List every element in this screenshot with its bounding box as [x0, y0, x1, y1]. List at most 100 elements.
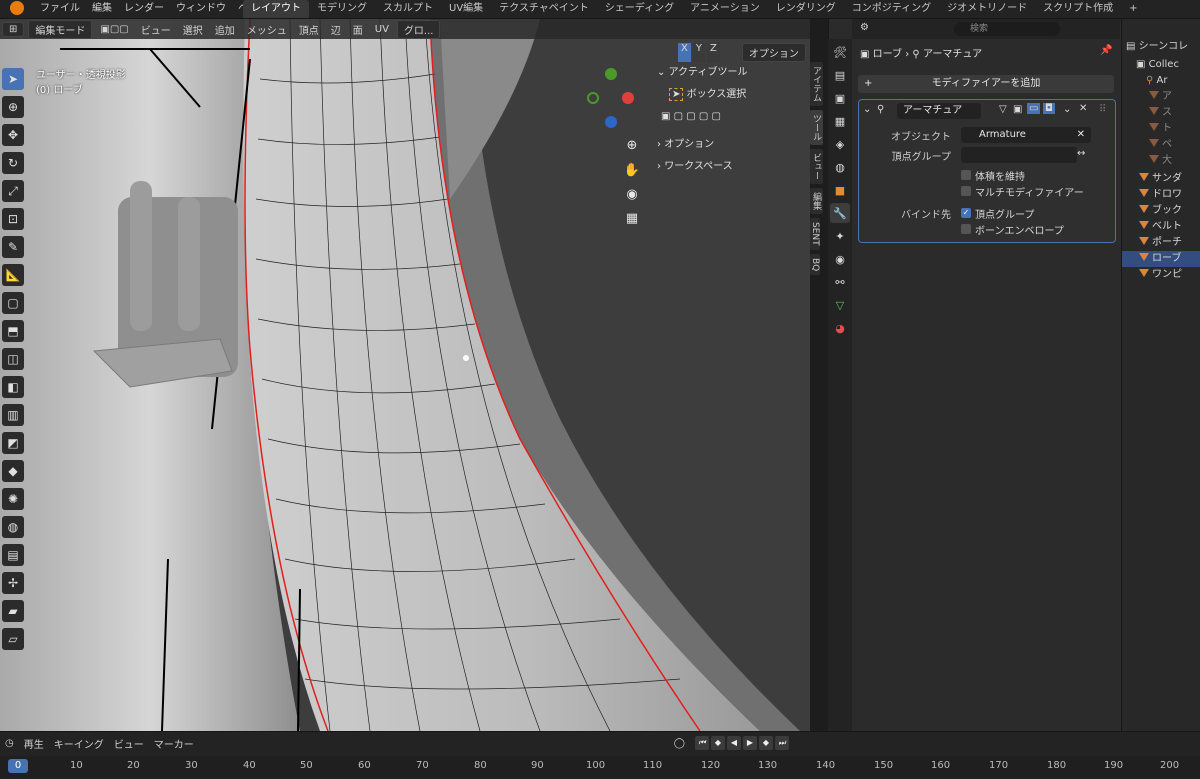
tab-tool[interactable]: ツール — [810, 110, 823, 145]
edit-mode-toggle-icon[interactable]: ▽ — [999, 104, 1007, 115]
outliner-item[interactable]: ス — [1122, 105, 1200, 121]
collapse-chevron-icon[interactable]: ⌄ — [863, 104, 871, 115]
material-icon[interactable]: ◕ — [830, 318, 850, 338]
outliner-item[interactable]: ドロワ — [1122, 187, 1200, 203]
outliner-item[interactable]: ベルト — [1122, 219, 1200, 235]
measure-tool-icon[interactable]: 📐 — [2, 264, 24, 286]
prev-keyframe-icon[interactable]: ◆ — [710, 736, 725, 750]
box-select-row[interactable]: ➤ ボックス選択 — [657, 84, 807, 106]
mirror-y-toggle[interactable]: Y — [692, 43, 705, 62]
outliner-item[interactable]: ブック — [1122, 203, 1200, 219]
annotate-tool-icon[interactable]: ✎ — [2, 236, 24, 258]
outliner-item[interactable]: ワンピ — [1122, 267, 1200, 283]
outliner-collection-row[interactable]: ▣ Collec — [1122, 57, 1200, 73]
tab-view[interactable]: ビュー — [810, 149, 823, 184]
jump-end-icon[interactable]: ⏭ — [774, 736, 789, 750]
bind-vertex-groups-checkbox[interactable]: ✓ — [961, 208, 971, 218]
dropdown-chevron-icon[interactable]: ⌄ — [1063, 104, 1071, 115]
bevel-tool-icon[interactable]: ◧ — [2, 376, 24, 398]
spin-tool-icon[interactable]: ✺ — [2, 488, 24, 510]
options-dropdown[interactable]: オプション — [741, 43, 806, 62]
outliner-item[interactable]: サンダ — [1122, 171, 1200, 187]
orthographic-grid-icon[interactable]: ▦ — [621, 208, 643, 230]
workspace-panel-header[interactable]: › ワークスペース — [657, 156, 807, 178]
outliner-item-selected[interactable]: ローブ — [1122, 251, 1200, 267]
gizmo-y-icon[interactable] — [605, 68, 617, 80]
gizmo-neg-z-icon[interactable] — [605, 116, 617, 128]
jump-start-icon[interactable]: ⏮ — [694, 736, 709, 750]
outliner-item[interactable]: 大 — [1122, 153, 1200, 169]
options-panel-header[interactable]: › オプション — [657, 134, 807, 156]
menu-add[interactable]: 追加 — [209, 22, 241, 37]
tab-edit[interactable]: 編集 — [810, 188, 823, 214]
scale-tool-icon[interactable]: ⤢ — [2, 180, 24, 202]
frame-ruler[interactable]: 0 10 20 30 40 50 60 70 80 90 100 110 120… — [0, 756, 1200, 778]
drag-handle-icon[interactable]: ⠿ — [1099, 104, 1106, 115]
menu-select[interactable]: 選択 — [177, 22, 209, 37]
tool-settings-icon[interactable]: 🛠 — [830, 42, 850, 62]
tab-bq[interactable]: BQ — [810, 253, 820, 275]
editor-type-button[interactable]: ⚙ — [860, 22, 869, 33]
select-box-tool-icon[interactable]: ➤ — [2, 68, 24, 90]
menu-mesh[interactable]: メッシュ — [241, 22, 293, 37]
tab-uv-editing[interactable]: UV編集 — [441, 0, 491, 18]
pin-icon[interactable]: 📌 — [1100, 45, 1112, 56]
cage-toggle-icon[interactable]: ▣ — [1013, 104, 1022, 115]
rip-tool-icon[interactable]: ▱ — [2, 628, 24, 650]
modifier-wrench-icon[interactable]: 🔧 — [830, 203, 850, 223]
inset-tool-icon[interactable]: ◫ — [2, 348, 24, 370]
world-icon[interactable]: ◍ — [830, 157, 850, 177]
menu-marker[interactable]: マーカー — [149, 736, 199, 751]
tab-shading[interactable]: シェーディング — [597, 0, 682, 18]
menu-file[interactable]: ファイル — [34, 0, 86, 18]
add-modifier-button[interactable]: + モディファイアーを追加 — [858, 75, 1114, 93]
modifier-name-field[interactable]: アーマチュア — [897, 103, 981, 119]
select-mode-icons[interactable]: ▣▢▢ — [94, 24, 134, 35]
gizmo-x-icon[interactable] — [622, 92, 634, 104]
gizmo-neg-y-icon[interactable] — [587, 92, 599, 104]
loop-cut-tool-icon[interactable]: ▥ — [2, 404, 24, 426]
properties-search-input[interactable]: 検索 — [954, 22, 1060, 36]
data-icon[interactable]: ▽ — [830, 295, 850, 315]
play-reverse-icon[interactable]: ◀ — [726, 736, 741, 750]
tab-texture-paint[interactable]: テクスチャペイント — [491, 0, 597, 18]
shrink-fatten-tool-icon[interactable]: ✢ — [2, 572, 24, 594]
remove-modifier-icon[interactable]: ✕ — [1079, 103, 1087, 114]
tab-scripting[interactable]: スクリプト作成 — [1035, 0, 1121, 18]
next-keyframe-icon[interactable]: ◆ — [758, 736, 773, 750]
pan-hand-icon[interactable]: ✋ — [621, 160, 643, 182]
bind-envelopes-checkbox[interactable] — [961, 224, 971, 234]
menu-face[interactable]: 面 — [347, 22, 369, 37]
render-display-icon[interactable]: ◘ — [1043, 103, 1055, 114]
menu-playback[interactable]: 再生 — [19, 736, 49, 751]
viewport-display-icon[interactable]: ▭ — [1027, 103, 1041, 114]
extrude-tool-icon[interactable]: ⬒ — [2, 320, 24, 342]
menu-edit[interactable]: 編集 — [86, 0, 118, 18]
tab-item[interactable]: アイテム — [810, 62, 823, 106]
zoom-icon[interactable]: ⊕ — [621, 135, 643, 157]
tab-sent[interactable]: SENT — [810, 218, 820, 250]
view-layer-icon[interactable]: ▦ — [830, 111, 850, 131]
object-field[interactable]: Armature ✕ — [961, 127, 1091, 143]
object-icon[interactable]: ■ — [830, 180, 850, 200]
move-tool-icon[interactable]: ✥ — [2, 124, 24, 146]
tab-geometry-nodes[interactable]: ジオメトリノード — [939, 0, 1035, 18]
rotate-tool-icon[interactable]: ↻ — [2, 152, 24, 174]
menu-keying[interactable]: キーイング — [49, 736, 109, 751]
outliner-scene-row[interactable]: ▤ シーンコレ — [1122, 39, 1200, 55]
select-mode-buttons[interactable]: ▣ ▢ ▢ ▢ ▢ — [657, 106, 807, 128]
tab-compositing[interactable]: コンポジティング — [844, 0, 939, 18]
preserve-volume-checkbox[interactable] — [961, 170, 971, 180]
tab-sculpt[interactable]: スカルプト — [375, 0, 441, 18]
current-frame-indicator[interactable]: 0 — [8, 759, 28, 773]
constraints-icon[interactable]: ⚯ — [830, 272, 850, 292]
cursor-tool-icon[interactable]: ⊕ — [2, 96, 24, 118]
editor-type-button[interactable]: ◷ — [0, 738, 19, 749]
mode-dropdown[interactable]: 編集モード — [28, 19, 93, 39]
tab-animation[interactable]: アニメーション — [682, 0, 768, 18]
invert-arrows-icon[interactable]: ↔ — [1077, 148, 1085, 159]
menu-edge[interactable]: 辺 — [325, 22, 347, 37]
transform-tool-icon[interactable]: ⊡ — [2, 208, 24, 230]
menu-vertex[interactable]: 頂点 — [293, 22, 325, 37]
outliner-item[interactable]: ア — [1122, 89, 1200, 105]
